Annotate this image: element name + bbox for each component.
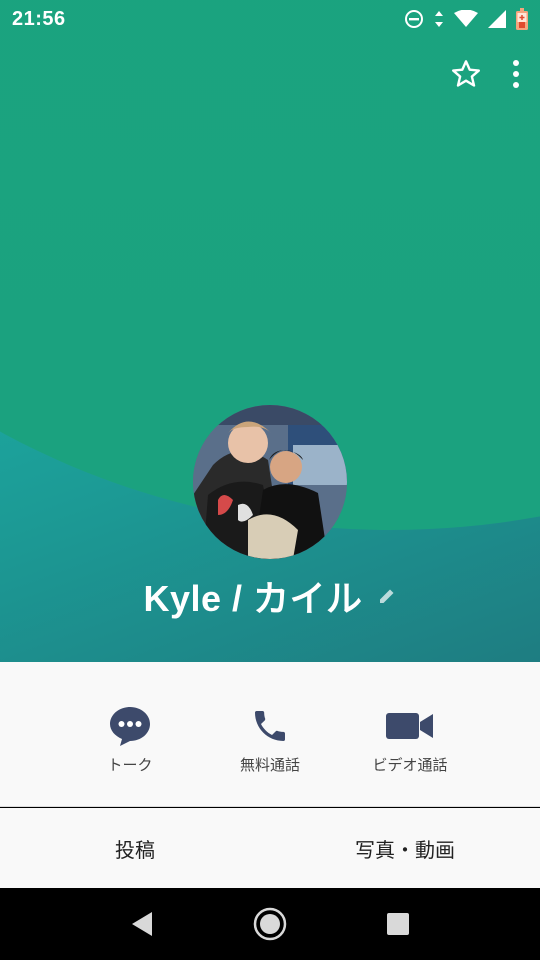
profile-header: 21:56 Kyle / カイル <box>0 0 540 662</box>
chat-action[interactable]: トーク <box>60 662 200 775</box>
do-not-disturb-icon <box>405 10 423 28</box>
more-options-icon[interactable] <box>510 58 522 90</box>
profile-actions: トーク 無料通話 ビデオ通話 <box>0 662 540 807</box>
free-call-action[interactable]: 無料通話 <box>200 662 340 775</box>
edit-pencil-icon[interactable] <box>377 586 397 606</box>
wifi-icon <box>454 10 478 27</box>
video-call-action[interactable]: ビデオ通話 <box>340 662 480 775</box>
status-time: 21:56 <box>12 7 66 30</box>
star-icon[interactable] <box>450 58 482 90</box>
free-call-label: 無料通話 <box>239 756 300 774</box>
avatar-photo <box>193 405 347 559</box>
data-arrows-icon <box>435 11 443 27</box>
tab-photos-videos[interactable]: 写真・動画 <box>270 808 540 888</box>
video-icon <box>386 713 433 739</box>
profile-name: Kyle / カイル <box>0 570 540 622</box>
home-icon[interactable] <box>253 907 287 941</box>
profile-avatar[interactable] <box>193 405 347 559</box>
profile-name-text: Kyle / カイル <box>143 578 363 619</box>
tab-posts[interactable]: 投稿 <box>0 808 270 888</box>
status-bar: 21:56 <box>0 0 540 38</box>
header-actions <box>450 58 522 90</box>
android-nav-bar <box>0 888 540 960</box>
status-icons <box>404 8 528 30</box>
phone-icon <box>255 711 285 741</box>
battery-icon <box>516 8 528 30</box>
chat-label: トーク <box>107 756 153 774</box>
back-icon[interactable] <box>130 911 154 937</box>
signal-icon <box>488 10 506 28</box>
recents-icon[interactable] <box>386 912 410 936</box>
video-call-label: ビデオ通話 <box>372 756 448 774</box>
chat-icon <box>110 707 150 746</box>
profile-tabs: 投稿 写真・動画 <box>0 808 540 888</box>
